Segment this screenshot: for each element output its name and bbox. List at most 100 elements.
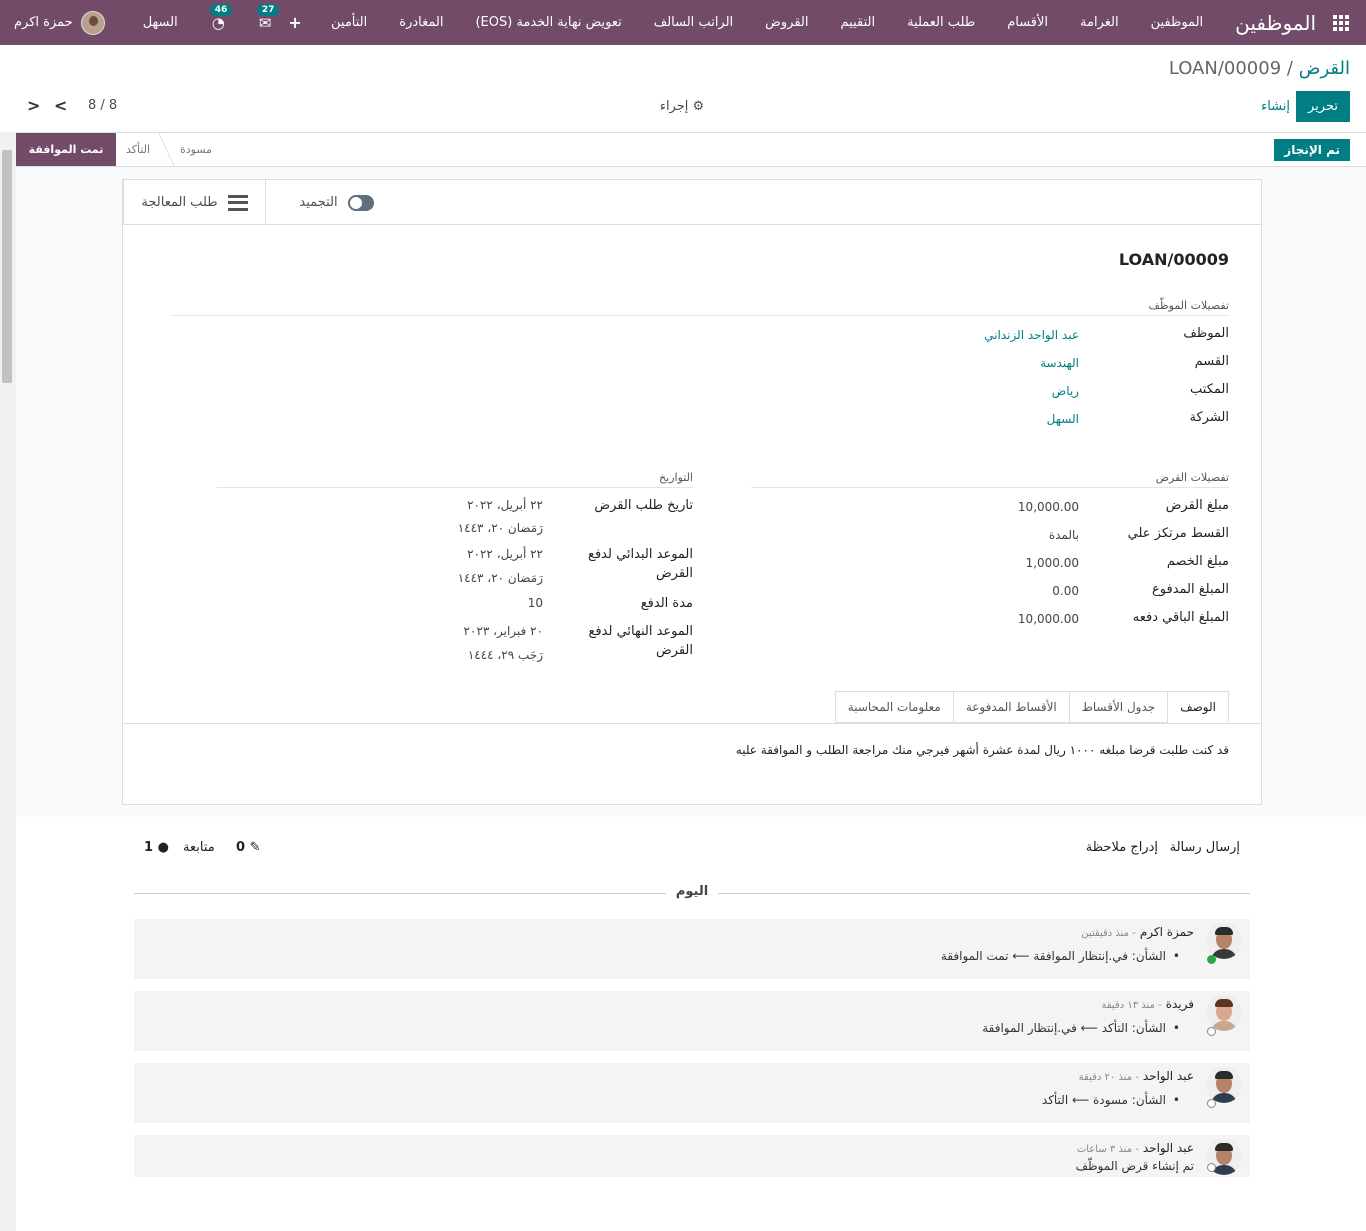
avatar[interactable] [1206,995,1242,1031]
pager-prev-icon[interactable]: < [27,96,40,115]
tab-installment-schedule[interactable]: جدول الأقساط [1068,691,1169,723]
menu-penalty[interactable]: الغرامة [1064,15,1135,30]
department-value[interactable]: الهندسة [1040,356,1079,370]
menu-employees[interactable]: الموظفين [1135,15,1220,30]
menu-salary-advance[interactable]: الراتب السالف [638,15,749,30]
main-menu: الموظفين الغرامة الأقسام طلب العملية الت… [315,15,1219,30]
paid-amount-label: المبلغ المدفوع [1152,582,1229,597]
message-body: تم إنشاء قرض الموظّف [1075,1159,1194,1173]
dates-section-title: التواريخ [217,471,693,488]
toggle-icon [347,194,374,211]
scrollbar-thumb[interactable] [2,150,12,383]
menu-insurance[interactable]: التأمين [315,15,383,30]
pager-next-icon[interactable]: > [54,96,67,115]
payment-period-value: 10 [527,596,543,610]
offline-status-icon [1207,1099,1216,1108]
processing-request-button[interactable]: طلب المعالجة [123,180,265,225]
top-navbar: الموظفين الموظفين الغرامة الأقسام طلب ال… [0,0,1366,45]
message-author[interactable]: حمزة اكرم- منذ دقيقتين [1081,925,1194,939]
apps-menu-icon[interactable] [1316,0,1366,45]
freeze-toggle-button[interactable]: التجميد [265,180,407,225]
loan-amount-value: 10,000.00 [1017,500,1079,514]
start-date-label: الموعد البدائي لدفع [588,547,693,562]
loan-amount-label: مبلغ القرض [1165,498,1229,513]
start-date-label-2: القرض [655,566,693,581]
offline-status-icon [1207,1163,1216,1172]
menu-departments[interactable]: الأقسام [991,15,1064,30]
tab-description[interactable]: الوصف [1167,691,1229,723]
navbar-systray: حمزة اكرم السهل ◔ 46 ✉ 27 [0,0,280,45]
message-time: - منذ ٢٠ دقيقة [1078,1072,1139,1083]
menu-leave[interactable]: المغادرة [383,15,459,30]
payment-period-label: مدة الدفع [640,596,693,611]
avatar[interactable] [1206,923,1242,959]
notebook-tabs: الوصف جدول الأقساط الأقساط المدفوعة معلو… [834,691,1229,723]
employee-value[interactable]: عبد الواحد الزنداني [984,328,1079,342]
edit-button[interactable]: تحرير [1296,91,1350,122]
done-button[interactable]: تم الإنجاز [1274,139,1350,161]
message-body: الشأن: في.إنتظار الموافقة ⟵ تمت الموافقة [941,949,1180,963]
attachments-button[interactable]: 0 ✎ [236,840,260,855]
loan-section-title: تفصيلات القرض [751,471,1229,488]
log-note-button[interactable]: إدراج ملاحظة [1086,840,1158,855]
smart-button-box: طلب المعالجة التجميد [123,180,1261,225]
tab-paid-installments[interactable]: الأقساط المدفوعة [952,691,1070,723]
message-author[interactable]: عبد الواحد- منذ ٢٠ دقيقة [1079,1069,1194,1083]
date-divider-label: اليوم [666,884,718,899]
tabs-underline [123,723,1261,724]
processing-request-label: طلب المعالجة [141,195,218,210]
action-menu-button[interactable]: ⚙ إجراء [612,99,752,114]
follower-count: 1 [144,840,154,855]
menu-operation-request[interactable]: طلب العملية [891,15,991,30]
breadcrumb-current: LOAN/00009 [1168,58,1282,79]
messages-icon[interactable]: ✉ 27 [256,3,280,32]
company-value[interactable]: السهل [1047,412,1079,426]
pager-value[interactable]: 8 / 8 [88,98,117,113]
avatar[interactable] [1206,1067,1242,1103]
company-switcher[interactable]: السهل [143,15,178,30]
description-text[interactable]: قد كنت طلبت قرضا مبلغه ١٠٠٠ ريال لمدة عش… [736,743,1229,757]
employee-label: الموظف [1183,326,1229,341]
plus-icon[interactable]: + [275,13,315,32]
message-time: - منذ ١٣ دقيقة [1101,1000,1162,1011]
chatter-message: عبد الواحد- منذ ٣ ساعات تم إنشاء قرض الم… [134,1135,1250,1177]
breadcrumb-parent[interactable]: القرض [1299,58,1350,79]
message-author[interactable]: فريدة- منذ ١٣ دقيقة [1102,997,1195,1011]
office-value[interactable]: رياض [1052,384,1079,398]
message-body: الشأن: مسودة ⟵ التأكد [1042,1093,1180,1107]
user-icon: ● [157,840,169,855]
menu-eos[interactable]: تعويض نهاية الخدمة (EOS) [459,15,637,30]
employee-section-title: تفصيلات الموظّف [171,299,1229,316]
message-author[interactable]: عبد الواحد- منذ ٣ ساعات [1077,1141,1194,1155]
stage-divider [158,133,175,166]
send-message-button[interactable]: إرسال رسالة [1170,840,1240,855]
attachment-count: 0 [236,840,246,855]
follow-button[interactable]: متابعة [183,840,215,855]
user-menu[interactable]: حمزة اكرم [14,10,105,35]
menu-loans[interactable]: القروض [749,15,824,30]
message-time: - منذ دقيقتين [1081,928,1136,939]
stage-confirm[interactable]: التأكد [126,143,150,156]
end-date-label: الموعد النهائي لدفع [588,624,693,639]
activity-icon[interactable]: ◔ 46 [209,3,233,32]
tab-accounting-info[interactable]: معلومات المحاسبة [834,691,954,723]
deduction-amount-value: 1,000.00 [1025,556,1079,570]
paid-amount-value: 0.00 [1052,584,1079,598]
message-body: الشأن: التأكد ⟵ في.إنتظار الموافقة [982,1021,1180,1035]
start-date-value: ٢٢ أبريل، ٢٠٢٢ [467,547,543,561]
message-time: - منذ ٣ ساعات [1076,1144,1139,1155]
start-date-hijri: رَمَضان ٢٠، ١٤٤٣ [457,571,543,585]
menu-appraisal[interactable]: التقييم [825,15,892,30]
request-date-label: تاريخ طلب القرض [594,498,693,513]
stage-approved[interactable]: تمت الموافقة [16,133,116,166]
record-title: LOAN/00009 [1118,250,1229,269]
company-label: الشركة [1189,410,1229,425]
paperclip-icon: ✎ [249,840,261,855]
create-button[interactable]: إنشاء [1261,99,1290,114]
avatar [80,10,105,35]
stage-draft[interactable]: مسودة [180,143,212,156]
online-status-icon [1207,955,1216,964]
app-name[interactable]: الموظفين [1235,11,1316,35]
request-date-hijri: رَمَضان ٢٠، ١٤٤٣ [457,521,543,535]
followers-button[interactable]: 1 ● [144,840,169,855]
